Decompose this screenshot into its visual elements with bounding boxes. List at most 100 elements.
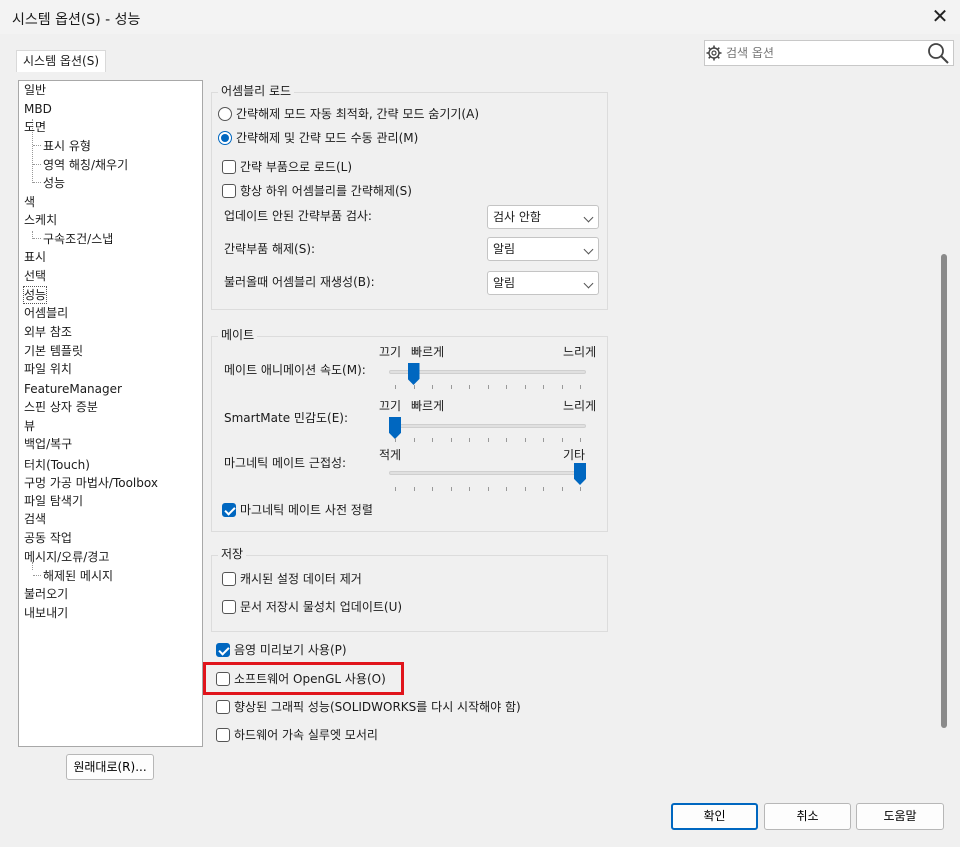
- tree-item-default-templates[interactable]: 기본 템플릿: [24, 343, 83, 359]
- slider-ticks: [395, 438, 581, 444]
- tree-item-backup-recover[interactable]: 백업/복구: [24, 436, 72, 452]
- tree-item-sketch[interactable]: 스케치: [24, 212, 57, 228]
- slider-tick: [488, 438, 489, 442]
- slider-magnetic-high-label: 기타: [563, 448, 586, 462]
- slider-magnetic-low-label: 적게: [379, 448, 402, 462]
- tree-item-spin-box[interactable]: 스핀 상자 증분: [24, 399, 98, 415]
- slider-tick: [395, 487, 396, 491]
- slider-tick: [451, 385, 452, 389]
- slider-tick: [562, 385, 563, 389]
- select-value: 알림: [493, 276, 516, 290]
- slider-tick: [414, 487, 415, 491]
- checkbox-always-resolve[interactable]: [222, 184, 236, 198]
- select-value: 검사 안함: [493, 210, 541, 224]
- tree-item-assemblies[interactable]: 어셈블리: [24, 305, 68, 321]
- slider-tick: [432, 438, 433, 442]
- tree-item-display-style[interactable]: 표시 유형: [43, 138, 91, 154]
- help-button[interactable]: 도움말: [856, 803, 944, 830]
- tree-item-messages[interactable]: 메시지/오류/경고: [24, 549, 109, 565]
- tree-item-collaboration[interactable]: 공동 작업: [24, 530, 72, 546]
- tree-item-touch[interactable]: 터치(Touch): [24, 457, 90, 473]
- smartmate-sensitivity-track: [389, 424, 586, 428]
- tree-item-import[interactable]: 불러오기: [24, 586, 68, 602]
- slider-tick: [543, 385, 544, 389]
- window-title: 시스템 옵션(S) - 성능: [12, 12, 141, 28]
- checkbox-load-lightweight-label: 간략 부품으로 로드(L): [240, 160, 352, 174]
- tree-item-hole-wizard[interactable]: 구멍 가공 마법사/Toolbox: [24, 475, 158, 491]
- rebuild-on-load-select[interactable]: 알림: [487, 271, 599, 295]
- radio-manual-manage[interactable]: [218, 131, 232, 145]
- checkbox-hw-silhouette-label: 하드웨어 가속 실루엣 모서리: [234, 728, 378, 742]
- slider-anim-off-label: 끄기: [379, 345, 402, 359]
- slider-ticks: [395, 487, 581, 493]
- check-out-of-date-label: 업데이트 안된 간략부품 검사:: [224, 209, 372, 223]
- check-out-of-date-select[interactable]: 검사 안함: [487, 205, 599, 229]
- slider-tick: [506, 438, 507, 442]
- slider-tick: [543, 438, 544, 442]
- checkbox-shaded-preview[interactable]: [216, 643, 230, 657]
- tree-connector: [33, 145, 41, 146]
- scrollbar-thumb[interactable]: [941, 254, 947, 728]
- tree-connector: [33, 238, 41, 239]
- slider-tick: [414, 438, 415, 442]
- slider-tick: [525, 487, 526, 491]
- slider-tick: [432, 487, 433, 491]
- checkbox-purge-cache[interactable]: [222, 572, 236, 586]
- checkbox-magnetic-presort[interactable]: [222, 503, 236, 517]
- checkbox-purge-cache-label: 캐시된 설정 데이터 제거: [240, 572, 362, 586]
- checkbox-load-lightweight[interactable]: [222, 160, 236, 174]
- slider-tick: [395, 438, 396, 442]
- tree-item-drawings[interactable]: 도면: [24, 119, 46, 135]
- radio-auto-optimize[interactable]: [218, 107, 232, 121]
- checkbox-always-resolve-label: 항상 하위 어셈블리를 간략해제(S): [240, 184, 412, 198]
- ok-button[interactable]: 확인: [671, 803, 758, 830]
- tree-connector: [33, 575, 41, 576]
- tree-item-general[interactable]: 일반: [24, 82, 46, 98]
- slider-tick: [488, 487, 489, 491]
- slider-tick: [488, 385, 489, 389]
- gear-icon: [706, 45, 722, 61]
- tree-item-search[interactable]: 검색: [24, 511, 46, 527]
- tree-item-external-references[interactable]: 외부 참조: [24, 324, 72, 340]
- search-icon[interactable]: [926, 42, 950, 64]
- highlight-box: [203, 662, 404, 695]
- tree-item-selection[interactable]: 선택: [24, 268, 46, 284]
- slider-tick: [469, 385, 470, 389]
- checkbox-enhanced-graphics[interactable]: [216, 700, 230, 714]
- tree-item-performance[interactable]: 성능: [22, 286, 48, 304]
- tree-item-colors[interactable]: 색: [24, 194, 35, 210]
- tree-item-drawing-performance[interactable]: 성능: [43, 175, 65, 191]
- tree-connector: [33, 182, 41, 183]
- title-bar: [0, 0, 960, 34]
- slider-tick: [562, 487, 563, 491]
- tree-item-file-locations[interactable]: 파일 위치: [24, 361, 72, 377]
- tree-item-mbd[interactable]: MBD: [24, 101, 52, 117]
- resolve-lightweight-select[interactable]: 알림: [487, 237, 599, 261]
- tab-system-options[interactable]: 시스템 옵션(S): [16, 50, 106, 72]
- restore-defaults-button[interactable]: 원래대로(R)...: [66, 754, 154, 780]
- slider-smart-fast-label: 빠르게: [411, 399, 445, 413]
- slider-smart-off-label: 끄기: [379, 399, 402, 413]
- tree-item-featuremanager[interactable]: FeatureManager: [24, 381, 122, 397]
- slider-tick: [469, 438, 470, 442]
- tree-item-export[interactable]: 내보내기: [24, 605, 68, 621]
- checkbox-update-mass-props[interactable]: [222, 600, 236, 614]
- slider-tick: [469, 487, 470, 491]
- tree-item-relations-snaps[interactable]: 구속조건/스냅: [43, 231, 113, 247]
- chevron-down-icon: [583, 244, 594, 255]
- checkbox-hw-silhouette[interactable]: [216, 728, 230, 742]
- mate-animation-speed-label: 메이트 애니메이션 속도(M):: [224, 363, 366, 377]
- search-input[interactable]: [724, 42, 920, 64]
- tree-item-area-hatch[interactable]: 영역 해칭/채우기: [43, 157, 128, 173]
- tree-item-dismissed-messages[interactable]: 해제된 메시지: [43, 568, 113, 584]
- magnetic-proximity-label: 마그네틱 메이트 근접성:: [224, 456, 347, 470]
- slider-smart-slow-label: 느리게: [563, 399, 597, 413]
- slider-tick: [432, 385, 433, 389]
- tree-item-view[interactable]: 뷰: [24, 418, 35, 434]
- tree-item-file-explorer[interactable]: 파일 탐색기: [24, 493, 83, 509]
- close-button[interactable]: ✕: [926, 3, 954, 31]
- cancel-button[interactable]: 취소: [764, 803, 851, 830]
- smartmate-sensitivity-label: SmartMate 민감도(E):: [224, 411, 349, 425]
- mate-title: 메이트: [218, 328, 258, 342]
- tree-item-display[interactable]: 표시: [24, 249, 46, 265]
